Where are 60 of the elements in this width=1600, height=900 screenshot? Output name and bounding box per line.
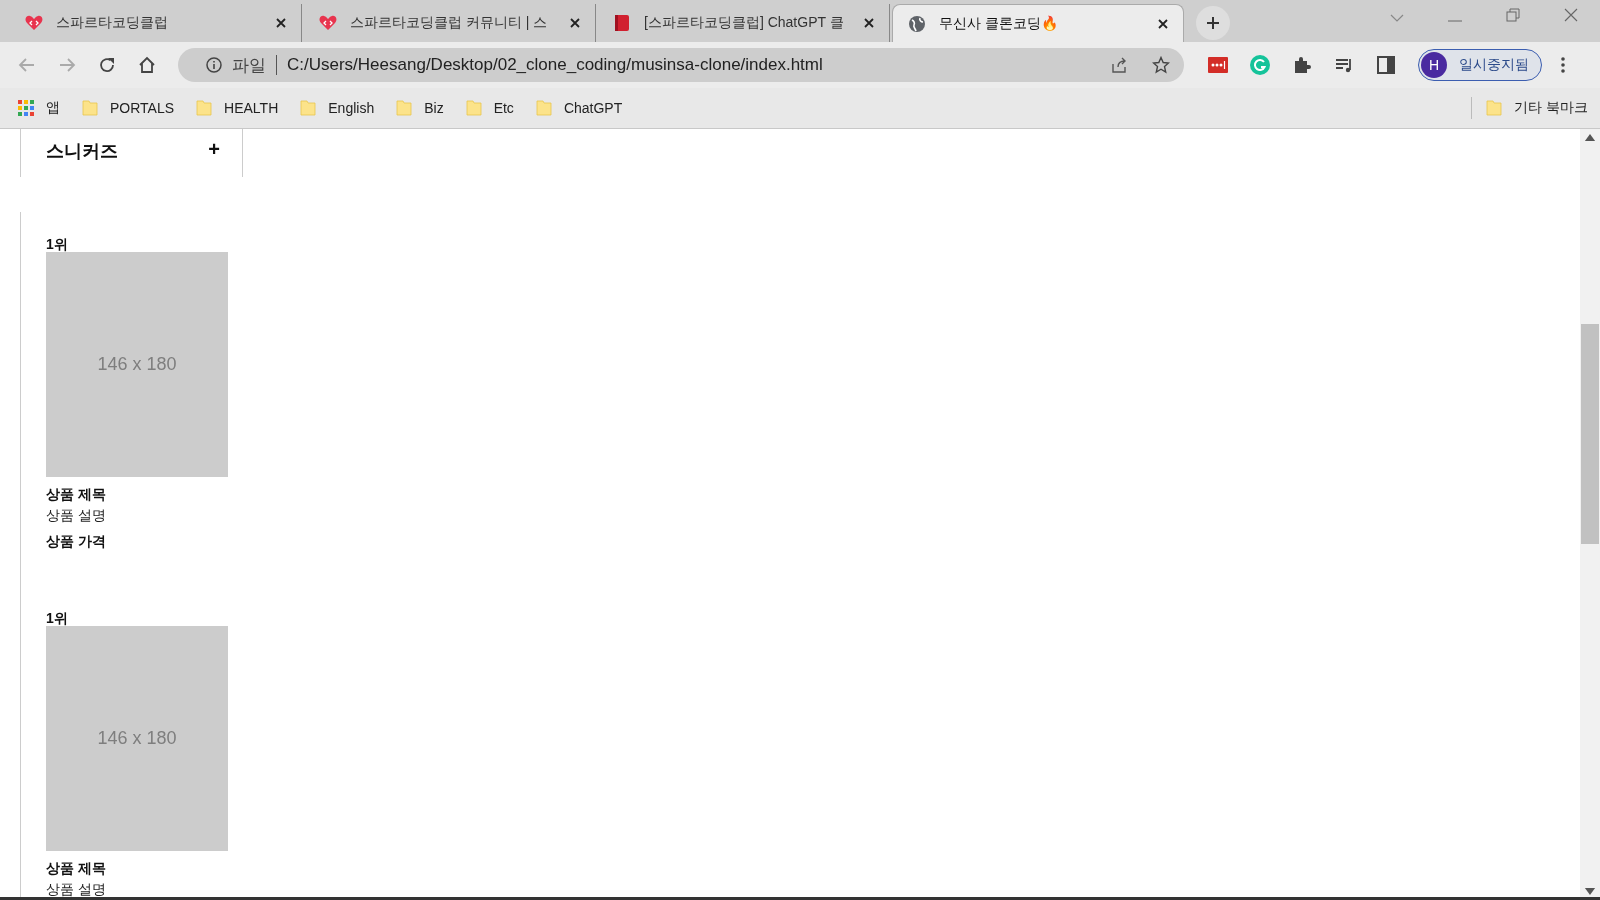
tab-title: 스파르타코딩클럽 커뮤니티 | 스	[350, 14, 549, 32]
profile-button[interactable]: H 일시중지됨	[1418, 49, 1542, 81]
folder-icon	[82, 99, 98, 117]
home-icon[interactable]	[138, 56, 156, 74]
placeholder-label: 146 x 180	[97, 728, 177, 749]
rank-label: 1위	[46, 236, 69, 252]
password-manager-icon[interactable]	[1208, 55, 1228, 75]
folder-icon	[196, 99, 213, 117]
url-text: C:/Users/Heesang/Desktop/02_clone_coding/musinsa-clone/index.html	[287, 55, 823, 75]
bookmark[interactable]: Etc	[465, 99, 514, 117]
placeholder-label: 146 x 180	[97, 354, 177, 375]
heart-icon	[24, 13, 44, 33]
category-title: 스니커즈	[46, 140, 118, 163]
bookmark[interactable]: Biz	[396, 99, 444, 117]
more-menu-icon[interactable]	[1560, 56, 1566, 74]
book-icon	[612, 13, 632, 33]
tab-title: 무신사 클론코딩🔥	[939, 14, 1059, 33]
folder-icon	[1486, 99, 1503, 117]
scrollbar-thumb[interactable]	[1581, 324, 1599, 544]
bookmark[interactable]: 기타 북마크	[1486, 99, 1588, 117]
bookmark[interactable]: HEALTH	[196, 99, 279, 117]
bookmark[interactable]: 앱	[18, 99, 60, 117]
product-description: 상품 설명	[46, 880, 107, 899]
new-tab-button[interactable]	[1196, 6, 1230, 40]
close-icon[interactable]	[275, 17, 287, 29]
avatar: H	[1421, 52, 1447, 78]
tab-title: [스파르타코딩클럽] ChatGPT 클	[644, 14, 845, 32]
product-title: 상품 제목	[46, 859, 107, 878]
address-bar[interactable]: 파일 C:/Users/Heesang/Desktop/02_clone_coding/musinsa-clone/index.html	[178, 48, 1184, 82]
reload-icon[interactable]	[98, 56, 116, 74]
folder-icon	[535, 99, 552, 117]
rank-label: 1위	[46, 610, 69, 626]
folder-icon	[396, 99, 413, 117]
bookmark[interactable]: PORTALS	[82, 99, 175, 117]
bookmark[interactable]: English	[300, 99, 375, 117]
side-panel-icon[interactable]	[1376, 55, 1396, 75]
product-title: 상품 제목	[46, 485, 107, 504]
folder-icon	[465, 99, 482, 117]
close-icon[interactable]	[569, 17, 581, 29]
profile-status: 일시중지됨	[1459, 56, 1529, 74]
info-icon	[206, 57, 222, 73]
product-description: 상품 설명	[46, 506, 107, 525]
star-icon[interactable]	[1152, 56, 1170, 74]
folder-icon	[300, 99, 317, 117]
restore-icon[interactable]	[1506, 8, 1520, 22]
expand-toggle[interactable]: +	[208, 139, 220, 159]
plus-icon	[1206, 16, 1220, 30]
globe-icon	[907, 13, 927, 34]
close-icon[interactable]	[863, 17, 875, 29]
scheme-label: 파일	[232, 54, 266, 77]
browser-tab[interactable]: 무신사 클론코딩🔥	[892, 4, 1184, 42]
scrollbar[interactable]	[1580, 129, 1600, 900]
close-icon[interactable]	[1157, 17, 1169, 30]
puzzle-icon[interactable]	[1292, 55, 1312, 75]
product-price: 상품 가격	[46, 532, 107, 551]
share-icon[interactable]	[1110, 56, 1128, 74]
tab-title: 스파르타코딩클럽	[56, 14, 169, 32]
heart-icon	[318, 13, 338, 33]
apps-grid-icon	[18, 100, 34, 116]
bookmark[interactable]: ChatGPT	[535, 99, 623, 117]
